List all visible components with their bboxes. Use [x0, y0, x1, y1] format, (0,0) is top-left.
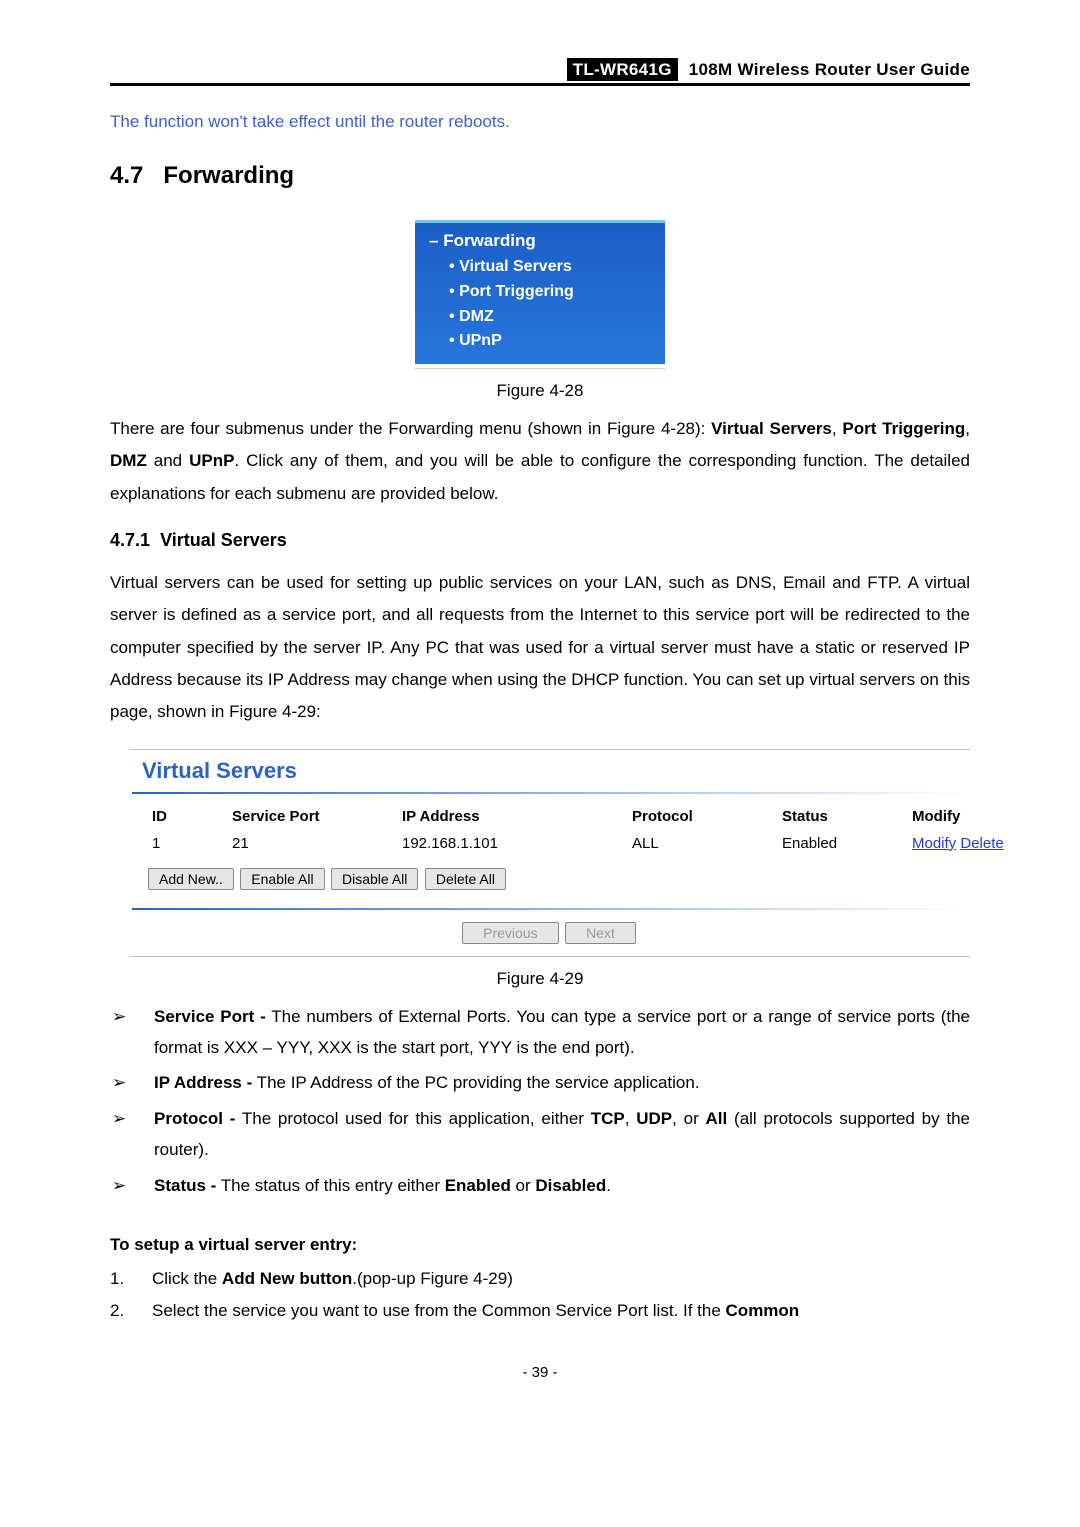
paragraph-virtual-servers: Virtual servers can be used for setting …: [110, 567, 970, 728]
td-status: Enabled: [782, 825, 912, 852]
td-id: 1: [152, 825, 232, 852]
td-ip: 192.168.1.101: [402, 825, 632, 852]
td-proto: ALL: [632, 825, 782, 852]
section-heading: 4.7 Forwarding: [110, 162, 970, 190]
setup-heading: To setup a virtual server entry:: [110, 1235, 970, 1255]
arrow-icon: ➢: [110, 1103, 154, 1166]
field-description-list: ➢ Service Port - The numbers of External…: [110, 1001, 970, 1202]
th-service-port: Service Port: [232, 808, 402, 825]
disable-all-button[interactable]: Disable All: [331, 868, 418, 890]
previous-button: Previous: [462, 922, 558, 944]
figure-4-28-caption: Figure 4-28: [110, 381, 970, 401]
th-status: Status: [782, 808, 912, 825]
add-new-button[interactable]: Add New..: [148, 868, 234, 890]
page-number: - 39 -: [110, 1364, 970, 1381]
td-port: 21: [232, 825, 402, 852]
reboot-note: The function won't take effect until the…: [110, 112, 970, 132]
virtual-servers-panel: Virtual Servers ID Service Port IP Addre…: [130, 749, 970, 957]
th-ip-address: IP Address: [402, 808, 632, 825]
arrow-icon: ➢: [110, 1170, 154, 1201]
delete-link[interactable]: Delete: [960, 835, 1003, 852]
th-modify: Modify: [912, 808, 1032, 825]
enable-all-button[interactable]: Enable All: [240, 868, 324, 890]
list-item: ➢ IP Address - The IP Address of the PC …: [110, 1067, 970, 1098]
td-modify-links: Modify Delete: [912, 825, 1032, 852]
page-header: TL-WR641G 108M Wireless Router User Guid…: [110, 60, 970, 86]
delete-all-button[interactable]: Delete All: [425, 868, 506, 890]
arrow-icon: ➢: [110, 1067, 154, 1098]
forwarding-menu-screenshot: – Forwarding • Virtual Servers • Port Tr…: [415, 220, 665, 369]
next-button: Next: [565, 922, 636, 944]
modify-link[interactable]: Modify: [912, 835, 956, 852]
setup-steps: 1. Click the Add New button.(pop-up Figu…: [110, 1263, 970, 1326]
list-item: ➢ Service Port - The numbers of External…: [110, 1001, 970, 1064]
list-item: ➢ Protocol - The protocol used for this …: [110, 1103, 970, 1166]
guide-title: 108M Wireless Router User Guide: [689, 60, 970, 79]
model-tag: TL-WR641G: [567, 58, 678, 81]
th-protocol: Protocol: [632, 808, 782, 825]
virtual-servers-title: Virtual Servers: [142, 758, 970, 784]
th-id: ID: [152, 808, 232, 825]
step-item: 1. Click the Add New button.(pop-up Figu…: [110, 1263, 970, 1294]
paragraph-forwarding-intro: There are four submenus under the Forwar…: [110, 413, 970, 510]
figure-4-29-caption: Figure 4-29: [110, 969, 970, 989]
subsection-heading: 4.7.1 Virtual Servers: [110, 530, 970, 551]
arrow-icon: ➢: [110, 1001, 154, 1064]
list-item: ➢ Status - The status of this entry eith…: [110, 1170, 970, 1201]
step-item: 2. Select the service you want to use fr…: [110, 1295, 970, 1326]
